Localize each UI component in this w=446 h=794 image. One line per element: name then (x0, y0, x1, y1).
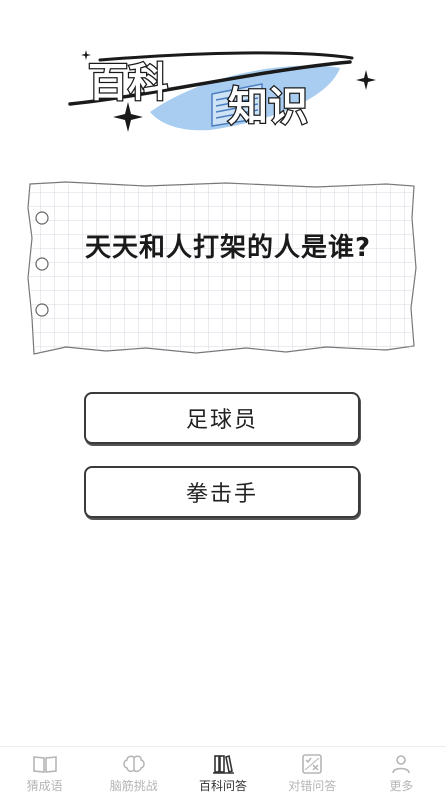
logo-title-line1: 百科 (88, 60, 168, 106)
tab-brain-challenge[interactable]: 脑筋挑战 (89, 747, 178, 794)
question-text: 天天和人打架的人是谁? (84, 233, 372, 263)
more-user-icon (392, 755, 411, 774)
bottom-tab-bar: 猜成语 脑筋挑战 百科问答 对错问答 更多 (0, 746, 446, 794)
tab-true-false-qa[interactable]: 对错问答 (268, 747, 357, 794)
app-logo: 百科 知识 (0, 0, 446, 160)
binder-hole (35, 257, 49, 271)
tab-label: 脑筋挑战 (109, 779, 158, 793)
tab-label: 百科问答 (199, 779, 248, 793)
tab-label: 对错问答 (288, 779, 337, 793)
graph-paper-background (27, 181, 417, 355)
tab-label: 更多 (389, 779, 414, 793)
tab-guess-idiom[interactable]: 猜成语 (0, 747, 89, 794)
tab-more[interactable]: 更多 (357, 747, 446, 794)
answer-option-2[interactable]: 拳击手 (84, 466, 360, 518)
true-false-icon (302, 754, 323, 774)
binder-hole (35, 211, 49, 225)
book-icon (32, 756, 57, 773)
question-card: 天天和人打架的人是谁? (26, 178, 418, 358)
books-icon (213, 754, 234, 774)
brain-icon (123, 755, 145, 773)
answer-option-1[interactable]: 足球员 (84, 392, 360, 444)
tab-label: 猜成语 (26, 779, 63, 793)
binder-hole (35, 303, 49, 317)
logo-title-line2: 知识 (228, 84, 308, 130)
tab-encyclopedia-qa[interactable]: 百科问答 (178, 747, 267, 794)
